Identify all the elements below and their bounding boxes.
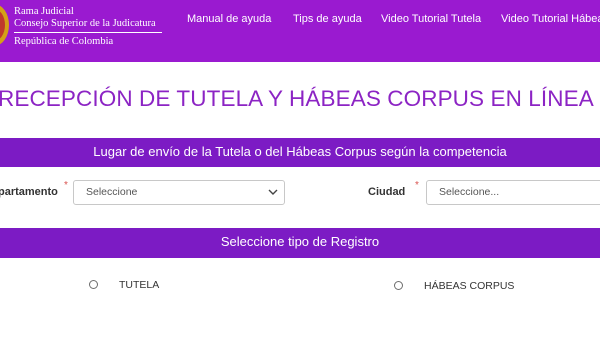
brand-line-3: República de Colombia (14, 36, 114, 47)
nav-tips-de-ayuda[interactable]: Tips de ayuda (293, 13, 362, 25)
chevron-down-icon (268, 189, 278, 195)
tutela-radio[interactable] (89, 280, 98, 289)
location-section-heading: Lugar de envío de la Tutela o del Hábeas… (0, 138, 600, 167)
brand-line-2: Consejo Superior de la Judicatura (14, 18, 156, 29)
habeas-corpus-radio[interactable] (394, 281, 403, 290)
departamento-select[interactable]: Seleccione (73, 180, 285, 205)
nav-manual-de-ayuda[interactable]: Manual de ayuda (187, 13, 271, 25)
habeas-corpus-radio-label[interactable]: HÁBEAS CORPUS (424, 280, 514, 292)
brand-line-1: Rama Judicial (14, 6, 74, 17)
ciudad-select-value: Seleccione... (439, 186, 500, 198)
rama-judicial-logo-icon (0, 5, 9, 45)
ciudad-select[interactable]: Seleccione... (426, 180, 600, 205)
departamento-select-value: Seleccione (86, 186, 138, 198)
brand-block: Rama Judicial Consejo Superior de la Jud… (14, 6, 162, 48)
departamento-required-mark: * (64, 180, 68, 191)
nav-video-tutorial-habeas[interactable]: Video Tutorial Hábeas (501, 13, 600, 25)
page-title: RECEPCIÓN DE TUTELA Y HÁBEAS CORPUS EN L… (0, 86, 594, 111)
ciudad-label: Ciudad (368, 186, 406, 198)
nav-video-tutorial-tutela[interactable]: Video Tutorial Tutela (381, 13, 481, 25)
brand-divider (14, 32, 162, 33)
ciudad-required-mark: * (415, 180, 419, 191)
registro-section-heading: Seleccione tipo de Registro (0, 228, 600, 258)
tutela-radio-label[interactable]: TUTELA (119, 279, 159, 291)
departamento-label: partamento (0, 186, 58, 198)
top-navigation-bar: Rama Judicial Consejo Superior de la Jud… (0, 0, 600, 62)
